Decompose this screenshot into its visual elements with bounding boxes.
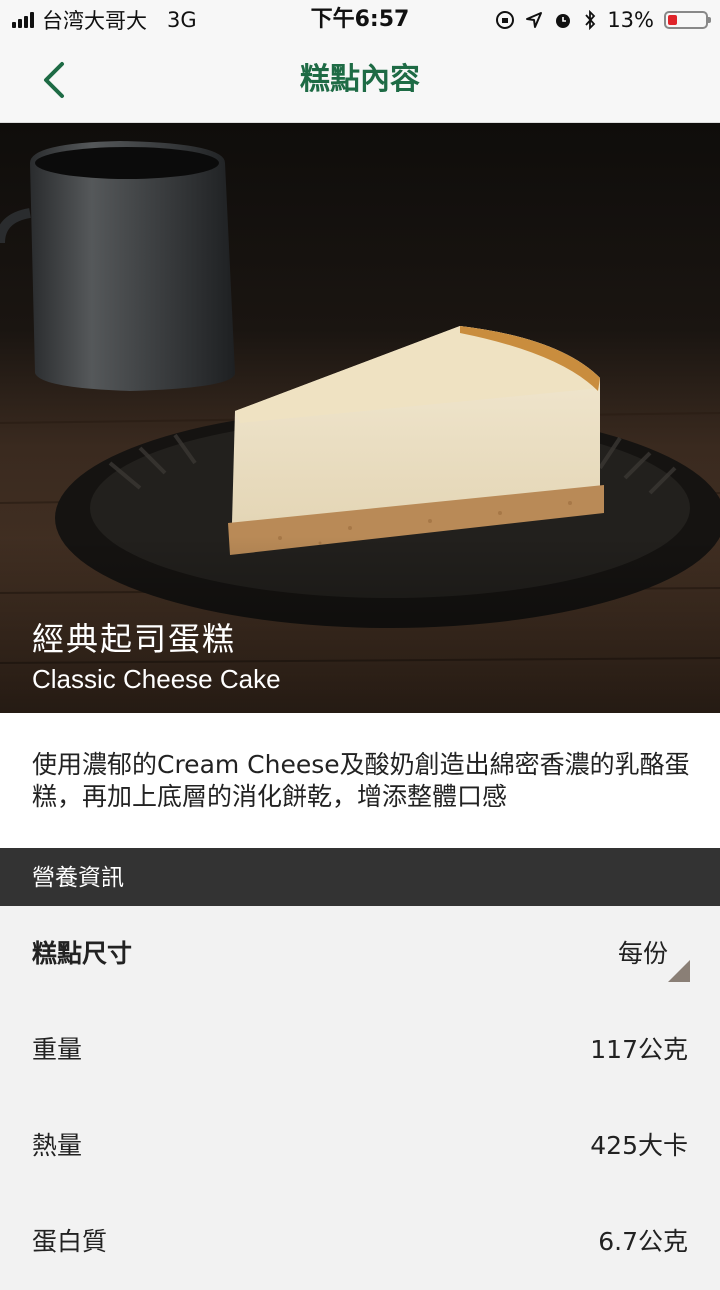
product-name-en: Classic Cheese Cake	[32, 664, 281, 694]
battery-percent: 13%	[607, 8, 654, 32]
navigation-bar: 糕點內容	[0, 40, 720, 123]
nutrition-label: 重量	[32, 1035, 83, 1064]
battery-icon	[664, 11, 711, 29]
bluetooth-icon	[585, 10, 596, 30]
product-image: 經典起司蛋糕 Classic Cheese Cake	[0, 123, 720, 713]
product-description: 使用濃郁的Cream Cheese及酸奶創造出綿密香濃的乳酪蛋糕，再加上底層的消…	[0, 713, 720, 848]
nutrition-label: 熱量	[32, 1131, 83, 1160]
alarm-icon	[556, 14, 571, 28]
size-label: 糕點尺寸	[32, 939, 133, 968]
product-title: 經典起司蛋糕 Classic Cheese Cake	[32, 617, 281, 697]
size-value: 每份	[617, 939, 668, 968]
nutrition-row-calories: 熱量 425大卡	[0, 1098, 720, 1194]
battery-level	[668, 15, 677, 25]
nutrition-row-protein: 蛋白質 6.7公克	[0, 1194, 720, 1290]
nutrition-row-weight: 重量 117公克	[0, 1002, 720, 1098]
nutrition-list: 糕點尺寸 每份 重量 117公克 熱量 425大卡 蛋白質 6.7公克	[0, 906, 720, 1290]
rotation-lock-icon	[496, 11, 515, 29]
product-name-zh: 經典起司蛋糕	[32, 620, 237, 658]
status-bar: 台湾大哥大 3G 下午6:57 13%	[0, 0, 720, 40]
nutrition-label: 蛋白質	[32, 1227, 108, 1256]
status-right: 13%	[495, 0, 711, 40]
nutrition-value: 117公克	[590, 1035, 688, 1064]
nutrition-value: 6.7公克	[598, 1227, 688, 1256]
nutrition-value: 425大卡	[590, 1131, 688, 1160]
dropdown-indicator-icon	[668, 960, 690, 982]
page-title: 糕點內容	[300, 62, 420, 97]
location-icon	[526, 12, 543, 28]
nutrition-section-header: 營養資訊	[0, 848, 720, 906]
size-selector[interactable]: 糕點尺寸 每份	[0, 906, 720, 1002]
